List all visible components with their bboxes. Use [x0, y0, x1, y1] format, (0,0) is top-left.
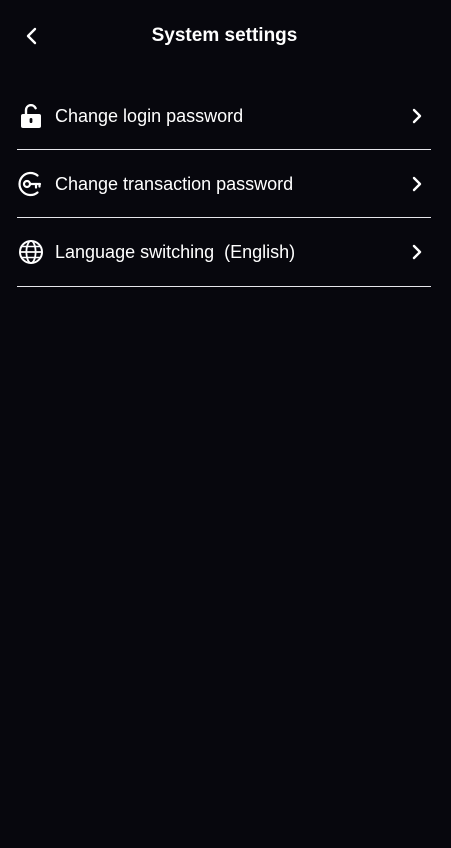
menu-item-label: Language switching (English) [55, 242, 296, 262]
menu-item-change-login-password[interactable]: Change login password [17, 82, 431, 150]
globe-icon [17, 238, 45, 266]
chevron-right-icon [407, 106, 427, 126]
chevron-right-icon [407, 242, 427, 262]
chevron-right-icon [407, 174, 427, 194]
menu-item-label: Change login password [55, 105, 244, 126]
unlock-icon [17, 102, 45, 130]
menu-item-change-transaction-password[interactable]: Change transaction password [17, 150, 431, 218]
menu-item-language-switching[interactable]: Language switching (English) [17, 218, 431, 287]
page-title: System settings [151, 25, 298, 46]
header: System settings [0, 0, 451, 72]
settings-menu: Change login password Change transaction… [17, 82, 431, 287]
menu-item-label: Change transaction password [55, 173, 294, 194]
key-circle-icon [17, 170, 45, 198]
